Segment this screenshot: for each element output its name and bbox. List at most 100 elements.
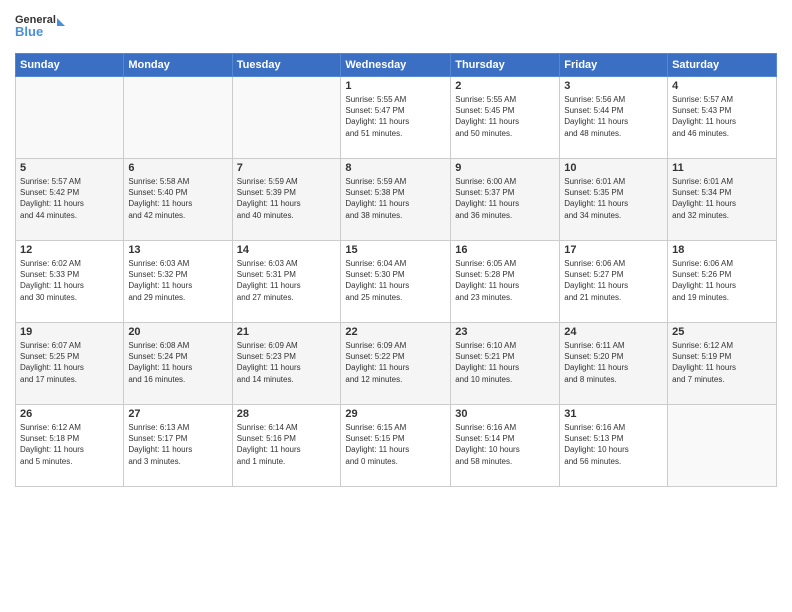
day-info: Sunrise: 6:09 AM Sunset: 5:22 PM Dayligh… — [345, 340, 446, 385]
calendar-cell — [668, 405, 777, 487]
day-number: 29 — [345, 408, 446, 420]
calendar-cell: 9 Sunrise: 6:00 AM Sunset: 5:37 PM Daylig… — [451, 159, 560, 241]
day-number: 24 — [564, 326, 663, 338]
calendar-cell — [124, 77, 232, 159]
day-info: Sunrise: 6:12 AM Sunset: 5:18 PM Dayligh… — [20, 422, 119, 467]
calendar-week-row: 1Sunrise: 5:55 AM Sunset: 5:47 PM Daylig… — [16, 77, 777, 159]
calendar-week-row: 19 Sunrise: 6:07 AM Sunset: 5:25 PM Dayli… — [16, 323, 777, 405]
day-info: Sunrise: 6:01 AM Sunset: 5:35 PM Dayligh… — [564, 176, 663, 221]
calendar-week-row: 12 Sunrise: 6:02 AM Sunset: 5:33 PM Dayli… — [16, 241, 777, 323]
calendar-cell: 20 Sunrise: 6:08 AM Sunset: 5:24 PM Dayli… — [124, 323, 232, 405]
calendar-cell: 4 Sunrise: 5:57 AM Sunset: 5:43 PM Daylig… — [668, 77, 777, 159]
day-info: Sunrise: 6:16 AM Sunset: 5:13 PM Dayligh… — [564, 422, 663, 467]
calendar-cell: 18 Sunrise: 6:06 AM Sunset: 5:26 PM Dayli… — [668, 241, 777, 323]
day-info: Sunrise: 5:57 AM Sunset: 5:43 PM Dayligh… — [672, 94, 772, 139]
weekday-header: Sunday — [16, 54, 124, 77]
logo-svg: General Blue — [15, 10, 65, 45]
day-number: 26 — [20, 408, 119, 420]
calendar-cell: 30 Sunrise: 6:16 AM Sunset: 5:14 PM Dayli… — [451, 405, 560, 487]
day-info: Sunrise: 6:11 AM Sunset: 5:20 PM Dayligh… — [564, 340, 663, 385]
day-info: Sunrise: 6:13 AM Sunset: 5:17 PM Dayligh… — [128, 422, 227, 467]
day-number: 13 — [128, 244, 227, 256]
day-number: 5 — [20, 162, 119, 174]
day-info: Sunrise: 5:58 AM Sunset: 5:40 PM Dayligh… — [128, 176, 227, 221]
calendar-cell: 1Sunrise: 5:55 AM Sunset: 5:47 PM Daylig… — [341, 77, 451, 159]
day-info: Sunrise: 5:59 AM Sunset: 5:39 PM Dayligh… — [237, 176, 337, 221]
day-number: 30 — [455, 408, 555, 420]
calendar-cell: 8 Sunrise: 5:59 AM Sunset: 5:38 PM Daylig… — [341, 159, 451, 241]
day-info: Sunrise: 5:55 AM Sunset: 5:45 PM Dayligh… — [455, 94, 555, 139]
calendar-cell: 24 Sunrise: 6:11 AM Sunset: 5:20 PM Dayli… — [560, 323, 668, 405]
day-number: 10 — [564, 162, 663, 174]
day-number: 8 — [345, 162, 446, 174]
day-number: 17 — [564, 244, 663, 256]
calendar-cell: 11 Sunrise: 6:01 AM Sunset: 5:34 PM Dayli… — [668, 159, 777, 241]
calendar-cell: 2 Sunrise: 5:55 AM Sunset: 5:45 PM Daylig… — [451, 77, 560, 159]
day-number: 1 — [345, 80, 446, 92]
calendar-cell: 28 Sunrise: 6:14 AM Sunset: 5:16 PM Dayli… — [232, 405, 341, 487]
calendar-cell: 16 Sunrise: 6:05 AM Sunset: 5:28 PM Dayli… — [451, 241, 560, 323]
day-info: Sunrise: 6:08 AM Sunset: 5:24 PM Dayligh… — [128, 340, 227, 385]
weekday-header: Wednesday — [341, 54, 451, 77]
weekday-header: Monday — [124, 54, 232, 77]
day-number: 19 — [20, 326, 119, 338]
day-number: 18 — [672, 244, 772, 256]
day-info: Sunrise: 6:06 AM Sunset: 5:26 PM Dayligh… — [672, 258, 772, 303]
day-number: 31 — [564, 408, 663, 420]
calendar-cell: 10 Sunrise: 6:01 AM Sunset: 5:35 PM Dayli… — [560, 159, 668, 241]
day-number: 27 — [128, 408, 227, 420]
day-number: 20 — [128, 326, 227, 338]
calendar-cell: 23Sunrise: 6:10 AM Sunset: 5:21 PM Dayli… — [451, 323, 560, 405]
day-info: Sunrise: 6:01 AM Sunset: 5:34 PM Dayligh… — [672, 176, 772, 221]
logo: General Blue — [15, 10, 65, 45]
day-number: 3 — [564, 80, 663, 92]
day-number: 16 — [455, 244, 555, 256]
svg-text:Blue: Blue — [15, 24, 43, 39]
day-info: Sunrise: 5:56 AM Sunset: 5:44 PM Dayligh… — [564, 94, 663, 139]
day-number: 7 — [237, 162, 337, 174]
day-number: 15 — [345, 244, 446, 256]
day-number: 21 — [237, 326, 337, 338]
day-info: Sunrise: 6:00 AM Sunset: 5:37 PM Dayligh… — [455, 176, 555, 221]
calendar-cell: 31 Sunrise: 6:16 AM Sunset: 5:13 PM Dayli… — [560, 405, 668, 487]
weekday-header: Saturday — [668, 54, 777, 77]
day-number: 12 — [20, 244, 119, 256]
calendar-cell: 15 Sunrise: 6:04 AM Sunset: 5:30 PM Dayli… — [341, 241, 451, 323]
calendar-week-row: 5 Sunrise: 5:57 AM Sunset: 5:42 PM Daylig… — [16, 159, 777, 241]
calendar-cell — [16, 77, 124, 159]
day-info: Sunrise: 6:02 AM Sunset: 5:33 PM Dayligh… — [20, 258, 119, 303]
day-info: Sunrise: 6:16 AM Sunset: 5:14 PM Dayligh… — [455, 422, 555, 467]
day-number: 28 — [237, 408, 337, 420]
weekday-header: Thursday — [451, 54, 560, 77]
weekday-header: Tuesday — [232, 54, 341, 77]
day-number: 22 — [345, 326, 446, 338]
calendar-cell: 25Sunrise: 6:12 AM Sunset: 5:19 PM Dayli… — [668, 323, 777, 405]
calendar-cell: 29 Sunrise: 6:15 AM Sunset: 5:15 PM Dayli… — [341, 405, 451, 487]
day-number: 4 — [672, 80, 772, 92]
day-number: 11 — [672, 162, 772, 174]
calendar-cell — [232, 77, 341, 159]
day-number: 9 — [455, 162, 555, 174]
calendar-cell: 21 Sunrise: 6:09 AM Sunset: 5:23 PM Dayli… — [232, 323, 341, 405]
day-info: Sunrise: 5:57 AM Sunset: 5:42 PM Dayligh… — [20, 176, 119, 221]
day-number: 14 — [237, 244, 337, 256]
calendar-cell: 17Sunrise: 6:06 AM Sunset: 5:27 PM Dayli… — [560, 241, 668, 323]
calendar-week-row: 26 Sunrise: 6:12 AM Sunset: 5:18 PM Dayli… — [16, 405, 777, 487]
calendar-cell: 19 Sunrise: 6:07 AM Sunset: 5:25 PM Dayli… — [16, 323, 124, 405]
day-number: 2 — [455, 80, 555, 92]
day-info: Sunrise: 6:14 AM Sunset: 5:16 PM Dayligh… — [237, 422, 337, 467]
calendar-cell: 12 Sunrise: 6:02 AM Sunset: 5:33 PM Dayli… — [16, 241, 124, 323]
day-info: Sunrise: 6:10 AM Sunset: 5:21 PM Dayligh… — [455, 340, 555, 385]
day-info: Sunrise: 6:09 AM Sunset: 5:23 PM Dayligh… — [237, 340, 337, 385]
day-info: Sunrise: 5:59 AM Sunset: 5:38 PM Dayligh… — [345, 176, 446, 221]
page: General Blue SundayMondayTuesdayWednesda… — [0, 0, 792, 612]
calendar-cell: 13Sunrise: 6:03 AM Sunset: 5:32 PM Dayli… — [124, 241, 232, 323]
day-info: Sunrise: 6:12 AM Sunset: 5:19 PM Dayligh… — [672, 340, 772, 385]
day-info: Sunrise: 6:15 AM Sunset: 5:15 PM Dayligh… — [345, 422, 446, 467]
day-info: Sunrise: 6:07 AM Sunset: 5:25 PM Dayligh… — [20, 340, 119, 385]
calendar-cell: 27 Sunrise: 6:13 AM Sunset: 5:17 PM Dayli… — [124, 405, 232, 487]
day-info: Sunrise: 6:04 AM Sunset: 5:30 PM Dayligh… — [345, 258, 446, 303]
day-info: Sunrise: 6:05 AM Sunset: 5:28 PM Dayligh… — [455, 258, 555, 303]
weekday-header: Friday — [560, 54, 668, 77]
calendar-cell: 14Sunrise: 6:03 AM Sunset: 5:31 PM Dayli… — [232, 241, 341, 323]
